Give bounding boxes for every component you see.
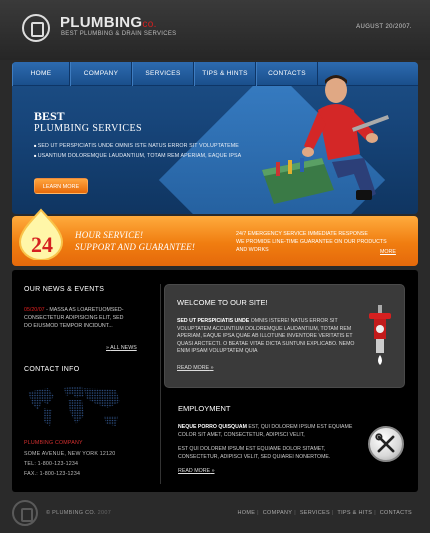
- hero-text-line-2: USANTIUM DOLOREMQUE LAUDANTIUM, TOTAM RE…: [34, 153, 284, 159]
- tagline: BEST PLUMBING & DRAIN SERVICES: [61, 31, 177, 37]
- contact-company: PLUMBING COMPANY: [24, 440, 83, 446]
- employment-title: EMPLOYMENT: [178, 404, 231, 413]
- copyright-year: 2007: [97, 510, 112, 516]
- hero-title: BEST: [34, 109, 65, 123]
- employment-lead: NEQUE PORRO QUISQUAM: [178, 424, 247, 430]
- all-news-label: ALL NEWS: [110, 345, 137, 351]
- footer-link-company[interactable]: COMPANY: [263, 510, 293, 516]
- welcome-read-more-link[interactable]: READ MORE »: [177, 365, 214, 371]
- contact-title: CONTACT INFO: [24, 366, 80, 373]
- footer-logo-icon: [12, 500, 38, 526]
- plumber-photo: [262, 75, 390, 204]
- contact-fax: FAX.: 1-800-123-1234: [24, 471, 81, 477]
- news-line-1: - MASSA AS LOARETUOMSED-: [44, 307, 124, 313]
- copyright: © PLUMBING CO. 2007: [46, 510, 111, 516]
- nav-tips-hints[interactable]: TIPS & HINTS: [194, 62, 256, 86]
- employment-read-more-link[interactable]: READ MORE »: [178, 468, 215, 474]
- banner-detail-line-3: AND WORKS: [236, 247, 269, 253]
- welcome-lead: SED UT PERSPICIATIS UNDE: [177, 318, 250, 324]
- banner-headline: HOUR SERVICE! SUPPORT AND GUARANTEE!: [75, 229, 195, 253]
- arrow-icon: »: [210, 468, 215, 474]
- banner-details: 24/7 EMERGENCY SERVICE IMMEDIATE RESPONS…: [236, 230, 396, 254]
- banner-detail-line-1: 24/7 EMERGENCY SERVICE IMMEDIATE RESPONS…: [236, 231, 368, 237]
- brand-text: PLUMBING: [60, 14, 143, 31]
- nav-company[interactable]: COMPANY: [70, 62, 132, 86]
- news-line-2: CONSECTETUR ADIPISICING ELIT, SED: [24, 315, 124, 321]
- welcome-title: WELCOME TO OUR SITE!: [177, 298, 268, 307]
- banner-headline-line-2: SUPPORT AND GUARANTEE!: [75, 242, 196, 252]
- footer-separator: |: [374, 510, 376, 516]
- hero-subtitle: PLUMBING SERVICES: [34, 123, 142, 134]
- footer-link-contacts[interactable]: CONTACTS: [380, 510, 412, 516]
- footer-link-home[interactable]: HOME: [237, 510, 255, 516]
- brand-name[interactable]: PLUMBINGco.: [60, 14, 157, 31]
- welcome-title-suffix: TO OUR SITE!: [215, 298, 268, 307]
- footer-separator: |: [294, 510, 296, 516]
- employment-text-1: NEQUE PORRO QUISQUAM EST, QUI DOLOREM IP…: [178, 424, 360, 439]
- hydrant-icon: [369, 305, 391, 365]
- welcome-read-more-label: READ MORE: [177, 365, 210, 371]
- footer-nav: HOME | COMPANY | SERVICES | TIPS & HITS | CO…: [237, 510, 412, 516]
- employment-read-more-label: READ MORE: [178, 468, 211, 474]
- footer-separator: |: [257, 510, 259, 516]
- arrow-icon: »: [209, 365, 214, 371]
- header-date: AUGUST 20/2007.: [356, 24, 412, 30]
- nav-services[interactable]: SERVICES: [132, 62, 194, 86]
- banner-more-link[interactable]: MORE: [380, 249, 396, 255]
- news-date: 05/20/07: [24, 307, 45, 313]
- service-banner: 24 HOUR SERVICE! SUPPORT AND GUARANTEE! …: [12, 208, 418, 266]
- news-line-3: DO EIUSMOD TEMPOR INCIDUNT...: [24, 323, 113, 329]
- news-title: OUR NEWS & EVENTS: [24, 286, 105, 293]
- footer-separator: |: [331, 510, 334, 516]
- all-news-link[interactable]: » ALL NEWS: [106, 345, 137, 351]
- badge-number: 24: [31, 232, 53, 257]
- welcome-text: SED UT PERSPICIATIS UNDE OMNIS ISTERE! N…: [177, 318, 359, 356]
- employment-text-2: EST QUI DOLOREM IPSUM EST EQUIAME DOLOR …: [178, 446, 331, 460]
- welcome-title-main: WELCOME: [177, 298, 216, 307]
- hero-section: HOME COMPANY SERVICES TIPS & HINTS CONTA…: [12, 62, 418, 214]
- tools-icon: [368, 426, 404, 462]
- welcome-box: WELCOME TO OUR SITE! SED UT PERSPICIATIS…: [164, 284, 405, 388]
- hero-text-line-1: SED UT PERSPICIATIS UNDE OMNIS ISTE NATU…: [34, 143, 284, 149]
- logo-icon[interactable]: [22, 14, 50, 42]
- column-divider: [160, 284, 161, 484]
- footer-link-tips[interactable]: TIPS & HITS: [337, 510, 372, 516]
- copyright-text: © PLUMBING CO.: [46, 510, 96, 516]
- brand-suffix: co.: [142, 19, 157, 30]
- world-map-icon: [28, 386, 120, 426]
- banner-headline-line-1: HOUR SERVICE!: [75, 230, 144, 240]
- header: PLUMBINGco. BEST PLUMBING & DRAIN SERVIC…: [0, 0, 430, 60]
- banner-detail-line-2: WE PROMIDE LINE-TIME GUARANTEE ON OUR PR…: [236, 239, 387, 245]
- contact-tel: TEL: 1-800-123-1234: [24, 461, 79, 467]
- nav-home[interactable]: HOME: [12, 62, 70, 86]
- contact-address: SOME AVENUE, NEW YORK 12120: [24, 451, 116, 457]
- learn-more-button[interactable]: LEARN MORE: [34, 178, 88, 194]
- footer: © PLUMBING CO. 2007 HOME | COMPANY | SERVI…: [0, 494, 430, 533]
- news-item[interactable]: 05/20/07 - MASSA AS LOARETUOMSED- CONSEC…: [24, 306, 154, 330]
- content-area: OUR NEWS & EVENTS 05/20/07 - MASSA AS LO…: [12, 270, 418, 492]
- footer-link-services[interactable]: SERVICES: [300, 510, 330, 516]
